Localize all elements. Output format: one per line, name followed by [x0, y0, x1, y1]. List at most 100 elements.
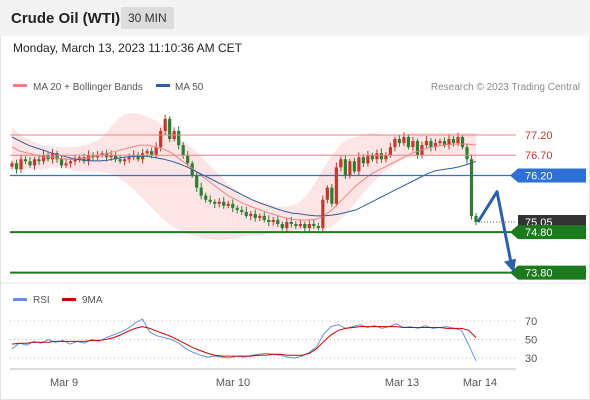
candle-body: [199, 187, 203, 196]
candle-body: [456, 137, 460, 144]
x-tick-label: Mar 10: [216, 377, 250, 389]
x-tick-label: Mar 9: [50, 377, 78, 389]
rsi-tick-label: 30: [525, 353, 537, 365]
candle-body: [415, 141, 420, 156]
candle-body: [465, 147, 469, 160]
candle-body: [334, 167, 338, 204]
candle-body: [469, 159, 474, 216]
candle-body: [438, 141, 442, 144]
rsi-ma-legend-swatch: [62, 298, 76, 301]
candle-body: [208, 199, 212, 202]
candle-body: [406, 137, 411, 148]
candle-body: [168, 118, 172, 140]
support-label: 73.80: [525, 268, 553, 280]
candle-body: [330, 187, 334, 204]
candle-body: [159, 130, 163, 148]
rsi-tick-label: 50: [525, 335, 537, 347]
candle-body: [411, 141, 415, 148]
candle-body: [222, 201, 226, 206]
bollinger-band-area: [12, 112, 476, 241]
candle-body: [343, 159, 347, 176]
candle-body: [285, 222, 289, 229]
candle-body: [204, 195, 208, 200]
candle-body: [289, 222, 293, 225]
candle-body: [312, 224, 316, 227]
candle-body: [258, 215, 262, 218]
resistance-label: 76.70: [525, 150, 553, 162]
candle-body: [195, 175, 199, 188]
candle-body: [59, 159, 64, 166]
candle-body: [352, 161, 356, 172]
x-tick-label: Mar 14: [463, 377, 497, 389]
projection-arrowhead: [504, 258, 516, 273]
candle-body: [271, 219, 275, 222]
candle-body: [379, 153, 383, 160]
candle-body: [303, 224, 307, 229]
candle-body: [177, 130, 181, 146]
candle-body: [145, 151, 149, 154]
candle-body: [361, 157, 365, 164]
candle-body: [307, 224, 311, 229]
candle-body: [325, 187, 329, 200]
price-chart-svg: MA 20 + Bollinger Bands MA 50 Research ©…: [0, 82, 590, 389]
x-tick-label: Mar 13: [385, 377, 419, 389]
rsi-legend-label: RSI: [33, 295, 50, 306]
candle-body: [393, 139, 397, 148]
ma20-legend-label: MA 20 + Bollinger Bands: [33, 82, 143, 93]
candle-body: [370, 155, 374, 160]
candle-body: [41, 155, 46, 162]
ma50-legend-swatch: [156, 84, 170, 87]
pivot-label: 76.20: [525, 170, 553, 182]
candle-body: [154, 147, 158, 156]
candle-body: [37, 159, 41, 162]
candle-body: [402, 137, 406, 144]
candle-body: [316, 226, 320, 229]
rsi-tick-label: 70: [525, 316, 537, 328]
candle-body: [339, 159, 343, 168]
rsi-legend-swatch: [13, 298, 27, 301]
candle-body: [384, 155, 388, 160]
candle-body: [253, 213, 257, 218]
candle-body: [163, 118, 167, 131]
rsi-ma-legend-label: 9MA: [82, 295, 103, 306]
candle-body: [240, 209, 244, 212]
candle-body: [150, 151, 154, 156]
candle-body: [231, 203, 235, 208]
candle-body: [280, 224, 284, 229]
candle-body: [397, 139, 402, 144]
candle-body: [186, 155, 190, 164]
candle-body: [249, 213, 253, 216]
candle-body: [181, 145, 185, 156]
candle-body: [348, 161, 352, 176]
candle-body: [460, 137, 465, 148]
candle-body: [366, 155, 370, 164]
candle-body: [276, 219, 280, 225]
candle-body: [32, 159, 37, 166]
candle-body: [235, 207, 239, 210]
candle-body: [68, 161, 73, 164]
candle-body: [357, 157, 361, 172]
candle-body: [375, 153, 379, 160]
candle-body: [429, 141, 433, 148]
support-label: 74.80: [525, 227, 553, 239]
candle-body: [267, 219, 271, 222]
candle-body: [226, 203, 230, 206]
candle-body: [64, 163, 68, 166]
candle-body: [213, 201, 217, 204]
candle-body: [28, 161, 32, 166]
candle-body: [10, 163, 14, 167]
ma50-legend-label: MA 50: [175, 82, 204, 93]
candle-body: [424, 141, 429, 146]
candle-body: [118, 159, 122, 162]
candle-body: [294, 224, 298, 227]
candle-body: [14, 163, 19, 170]
candle-body: [19, 159, 23, 170]
candle-body: [321, 199, 325, 229]
rsi-ma-line: [11, 326, 477, 357]
projection-arrow: [476, 190, 513, 263]
candle-body: [388, 147, 393, 156]
candle-body: [451, 139, 456, 144]
candle-body: [123, 159, 127, 162]
candle-body: [127, 157, 131, 160]
resistance-label: 77.20: [525, 130, 553, 142]
